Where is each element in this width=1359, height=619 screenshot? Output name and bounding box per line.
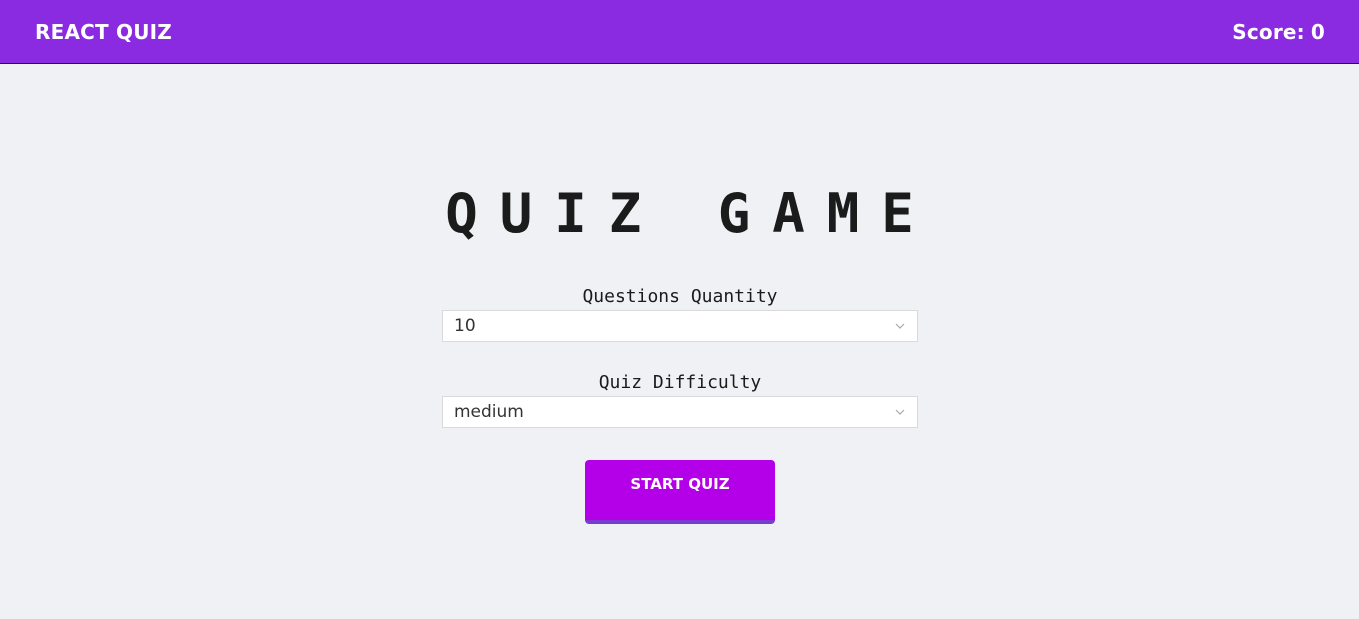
score-value: 0 — [1310, 19, 1325, 44]
quiz-difficulty-label: Quiz Difficulty — [598, 372, 762, 393]
quiz-difficulty-select[interactable]: medium — [442, 396, 918, 428]
start-quiz-button[interactable]: START QUIZ — [585, 460, 775, 524]
quiz-difficulty-value: medium — [454, 402, 524, 422]
questions-quantity-value: 10 — [454, 316, 476, 336]
score-label: Score: — [1232, 19, 1305, 44]
page-title: QUIZ GAME — [445, 182, 936, 245]
app-title: REACT QUIZ — [35, 19, 173, 44]
app-header: REACT QUIZ Score: 0 — [0, 0, 1359, 64]
chevron-down-icon — [895, 409, 905, 415]
main-content: QUIZ GAME Questions Quantity 10 Quiz Dif… — [0, 64, 1359, 619]
questions-quantity-select[interactable]: 10 — [442, 310, 918, 342]
score-display: Score: 0 — [1232, 20, 1325, 44]
chevron-down-icon — [895, 323, 905, 329]
questions-quantity-label: Questions Quantity — [582, 286, 778, 307]
